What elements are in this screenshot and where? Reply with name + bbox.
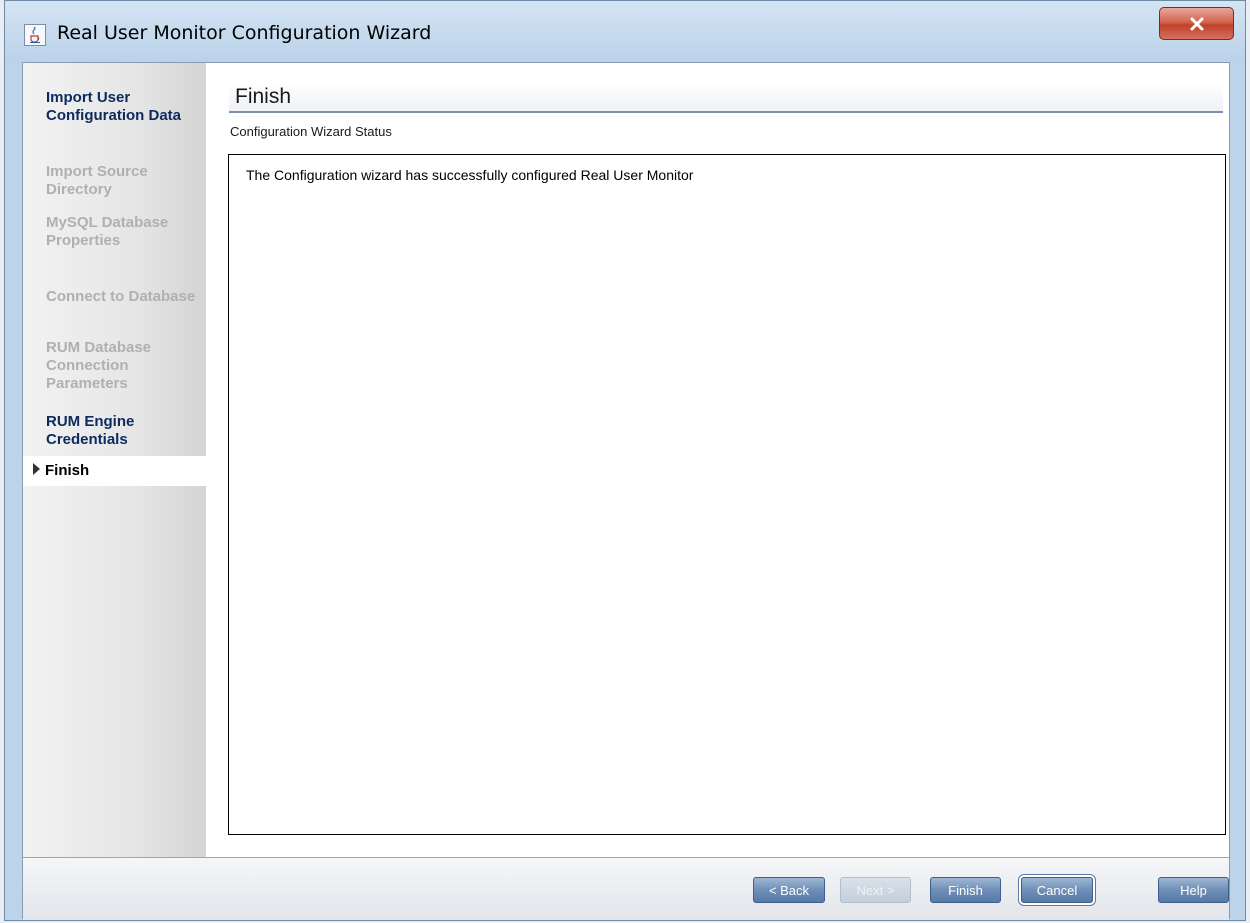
page-header: Finish	[229, 83, 1223, 113]
status-text-area[interactable]: The Configuration wizard has successfull…	[228, 154, 1226, 835]
wizard-content: Finish Configuration Wizard Status The C…	[206, 63, 1229, 857]
step-finish-label: Finish	[45, 462, 90, 479]
step-import-source-directory: Import Source Directory	[46, 163, 148, 198]
step-mysql-database-properties: MySQL Database Properties	[46, 214, 169, 249]
finish-button[interactable]: Finish	[930, 877, 1001, 903]
wizard-steps-sidebar: Import User Configuration Data Import So…	[23, 63, 206, 857]
next-button: Next >	[840, 877, 911, 903]
wizard-window: Real User Monitor Configuration Wizard I…	[4, 0, 1246, 921]
cancel-button[interactable]: Cancel	[1021, 877, 1093, 903]
close-button[interactable]	[1159, 7, 1234, 40]
step-rum-database-connection-parameters: RUM Database Connection Parameters	[46, 339, 152, 392]
wizard-body: Import User Configuration Data Import So…	[22, 62, 1230, 920]
window-title: Real User Monitor Configuration Wizard	[57, 22, 432, 44]
page-subtitle: Configuration Wizard Status	[230, 124, 392, 139]
java-cup-icon	[24, 24, 46, 46]
step-import-user-configuration-data[interactable]: Import User Configuration Data	[46, 89, 196, 125]
close-icon	[1190, 17, 1203, 30]
current-step-arrow-icon	[33, 463, 40, 475]
step-rum-engine-credentials[interactable]: RUM Engine Credentials	[46, 413, 196, 449]
status-message: The Configuration wizard has successfull…	[246, 167, 694, 183]
title-bar[interactable]: Real User Monitor Configuration Wizard	[5, 1, 1245, 63]
button-bar: < Back Next > Finish Cancel Help	[23, 857, 1229, 920]
back-button[interactable]: < Back	[753, 877, 825, 903]
page-title: Finish	[235, 85, 292, 108]
step-connect-to-database: Connect to Database	[46, 288, 196, 305]
step-finish-current[interactable]: Finish	[23, 456, 206, 486]
help-button[interactable]: Help	[1158, 877, 1229, 903]
